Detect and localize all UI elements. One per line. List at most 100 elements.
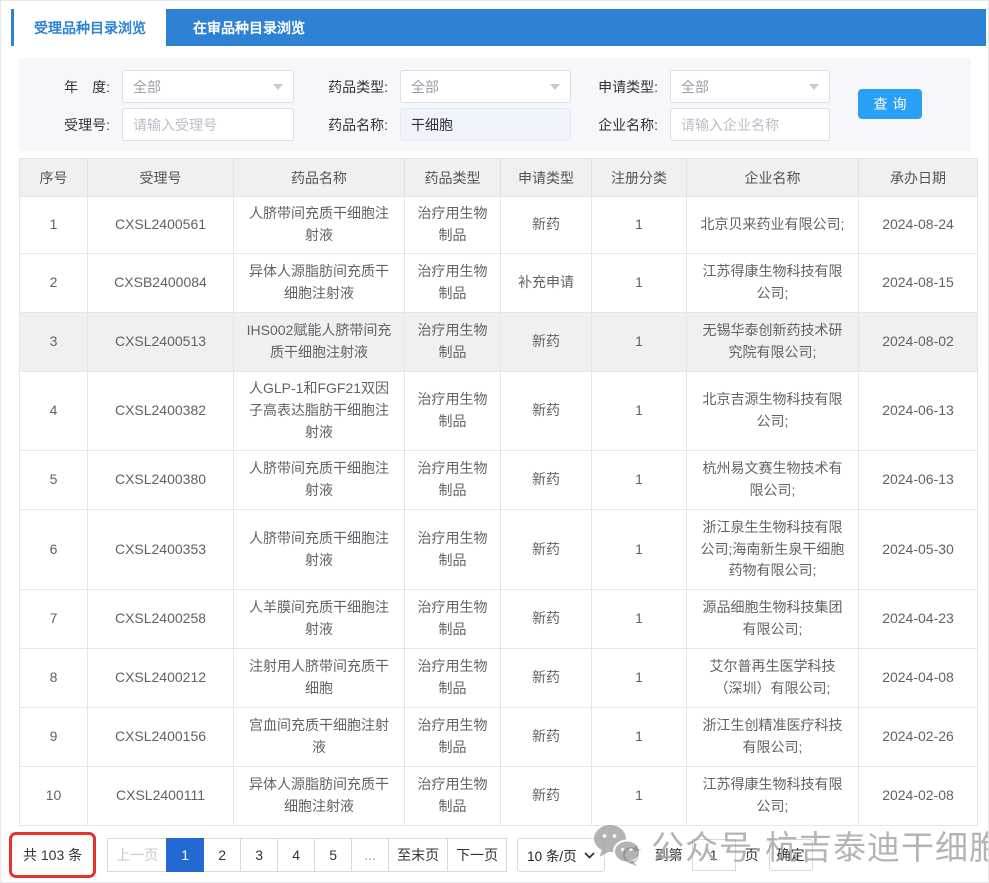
goto-page-input[interactable] (691, 839, 736, 871)
page-button-4[interactable]: 4 (277, 838, 316, 872)
table-cell: 人羊膜间充质干细胞注射液 (233, 589, 405, 649)
results-table: 序号 受理号 药品名称 药品类型 申请类型 注册分类 企业名称 承办日期 1 CX… (19, 158, 978, 826)
table-cell: 异体人源脂肪间充质干细胞注射液 (233, 253, 405, 313)
tab-accepted-catalog[interactable]: 受理品种目录浏览 (14, 9, 166, 46)
column-header-company: 企业名称 (686, 158, 859, 197)
year-select-value: 全部 (133, 78, 161, 95)
table-cell: 人脐带间充质干细胞注射液 (233, 509, 405, 590)
pagination-bar: 共 103 条 上一页 12345... 至末页 下一页 10 条/页 到第 页… (9, 828, 813, 882)
table-cell: CXSB2400084 (87, 253, 234, 313)
table-row[interactable]: 5 CXSL2400380 人脐带间充质干细胞注射液 治疗用生物制品 新药 1 杭州易文赛生… (19, 450, 978, 510)
accept-no-input[interactable] (122, 108, 294, 141)
last-page-button[interactable]: 至末页 (388, 838, 449, 872)
table-cell: 治疗用生物制品 (404, 509, 501, 590)
table-cell: 2024-05-30 (858, 509, 978, 590)
table-cell: CXSL2400156 (87, 707, 234, 767)
table-row[interactable]: 10 CXSL2400111 异体人源脂肪间充质干细胞注射液 治疗用生物制品 新药 1 江苏… (19, 766, 978, 826)
column-header-drug-name: 药品名称 (233, 158, 405, 197)
table-row[interactable]: 8 CXSL2400212 注射用人脐带间充质干细胞 治疗用生物制品 新药 1 艾尔普再生医… (19, 648, 978, 708)
table-cell: 新药 (500, 648, 592, 708)
table-cell: 治疗用生物制品 (404, 648, 501, 708)
table-cell: 江苏得康生物科技有限公司; (686, 253, 859, 313)
table-cell: IHS002赋能人脐带间充质干细胞注射液 (233, 312, 405, 372)
next-page-button[interactable]: 下一页 (447, 838, 508, 872)
apply-type-label: 申请类型: (598, 78, 658, 95)
table-cell: 治疗用生物制品 (404, 196, 501, 254)
tab-under-review-catalog[interactable]: 在审品种目录浏览 (166, 9, 332, 46)
table-cell: 新药 (500, 196, 592, 254)
table-cell: 新药 (500, 371, 592, 451)
table-row[interactable]: 3 CXSL2400513 IHS002赋能人脐带间充质干细胞注射液 治疗用生物制品新… (19, 312, 978, 372)
table-cell: 治疗用生物制品 (404, 766, 501, 826)
tab-bar: 受理品种目录浏览 在审品种目录浏览 (11, 9, 986, 46)
table-cell: 无锡华泰创新药技术研究院有限公司; (686, 312, 859, 372)
chevron-down-icon (584, 851, 595, 859)
page-button-3[interactable]: 3 (240, 838, 279, 872)
table-cell: 新药 (500, 450, 592, 510)
table-cell: 2 (19, 253, 88, 313)
table-cell: 1 (591, 312, 687, 372)
column-header-drug-type: 药品类型 (404, 158, 501, 197)
table-cell: CXSL2400258 (87, 589, 234, 649)
drug-type-select[interactable]: 全部 (400, 70, 571, 103)
company-input[interactable] (670, 108, 830, 141)
table-cell: 江苏得康生物科技有限公司; (686, 766, 859, 826)
apply-type-select-value: 全部 (681, 78, 709, 95)
page-button-5[interactable]: 5 (314, 838, 353, 872)
table-cell: CXSL2400561 (87, 196, 234, 254)
column-header-date: 承办日期 (858, 158, 978, 197)
table-cell: 1 (591, 648, 687, 708)
apply-type-select[interactable]: 全部 (670, 70, 830, 103)
table-cell: 新药 (500, 707, 592, 767)
table-cell: 注射用人脐带间充质干细胞 (233, 648, 405, 708)
table-cell: 9 (19, 707, 88, 767)
table-row[interactable]: 2 CXSB2400084 异体人源脂肪间充质干细胞注射液 治疗用生物制品 补充申请 1 江… (19, 253, 978, 313)
chevron-down-icon (273, 83, 283, 90)
table-row[interactable]: 6 CXSL2400353 人脐带间充质干细胞注射液 治疗用生物制品 新药 1 浙江泉生生物… (19, 509, 978, 590)
table-cell: 2024-04-08 (858, 648, 978, 708)
table-cell: 北京吉源生物科技有限公司; (686, 371, 859, 451)
table-cell: 艾尔普再生医学科技（深圳）有限公司; (686, 648, 859, 708)
page-button-1[interactable]: 1 (166, 838, 205, 872)
table-cell: 治疗用生物制品 (404, 589, 501, 649)
table-cell: CXSL2400382 (87, 371, 234, 451)
table-row[interactable]: 1 CXSL2400561 人脐带间充质干细胞注射液 治疗用生物制品 新药 1 北京贝来药业… (19, 196, 978, 254)
table-header-row: 序号 受理号 药品名称 药品类型 申请类型 注册分类 企业名称 承办日期 (19, 158, 978, 197)
table-cell: CXSL2400111 (87, 766, 234, 826)
drug-name-label: 药品名称: (328, 116, 388, 133)
table-cell: 1 (591, 253, 687, 313)
table-cell: CXSL2400212 (87, 648, 234, 708)
chevron-down-icon (809, 83, 819, 90)
goto-page-label: 到第 (654, 847, 683, 863)
table-cell: 2024-08-24 (858, 196, 978, 254)
table-cell: 1 (591, 196, 687, 254)
page-ellipsis[interactable]: ... (351, 838, 390, 872)
refresh-icon[interactable] (620, 844, 642, 866)
accept-no-label: 受理号: (64, 116, 110, 133)
column-header-apply-type: 申请类型 (500, 158, 592, 197)
prev-page-button[interactable]: 上一页 (107, 838, 168, 872)
drug-name-input[interactable] (400, 108, 571, 141)
table-cell: 1 (591, 707, 687, 767)
table-cell: 2024-02-08 (858, 766, 978, 826)
table-cell: CXSL2400380 (87, 450, 234, 510)
table-row[interactable]: 7 CXSL2400258 人羊膜间充质干细胞注射液 治疗用生物制品 新药 1 源品细胞生物… (19, 589, 978, 649)
total-count-annotation: 共 103 条 (9, 832, 97, 878)
table-cell: 2024-08-15 (858, 253, 978, 313)
table-cell: 1 (591, 589, 687, 649)
table-cell: 1 (19, 196, 88, 254)
page-size-select[interactable]: 10 条/页 (517, 838, 605, 872)
table-cell: 人GLP-1和FGF21双因子高表达脂肪干细胞注射液 (233, 371, 405, 451)
table-row[interactable]: 9 CXSL2400156 宫血间充质干细胞注射液 治疗用生物制品 新药 1 浙江生创精准医… (19, 707, 978, 767)
table-cell: 4 (19, 371, 88, 451)
goto-page-unit: 页 (744, 847, 759, 863)
table-cell: 5 (19, 450, 88, 510)
goto-confirm-button[interactable]: 确定 (768, 839, 813, 871)
table-cell: 治疗用生物制品 (404, 312, 501, 372)
table-row[interactable]: 4 CXSL2400382 人GLP-1和FGF21双因子高表达脂肪干细胞注射液 治疗… (19, 371, 978, 451)
table-cell: 新药 (500, 312, 592, 372)
page-button-2[interactable]: 2 (203, 838, 242, 872)
table-cell: 补充申请 (500, 253, 592, 313)
year-select[interactable]: 全部 (122, 70, 294, 103)
query-button[interactable]: 查询 (858, 89, 922, 119)
